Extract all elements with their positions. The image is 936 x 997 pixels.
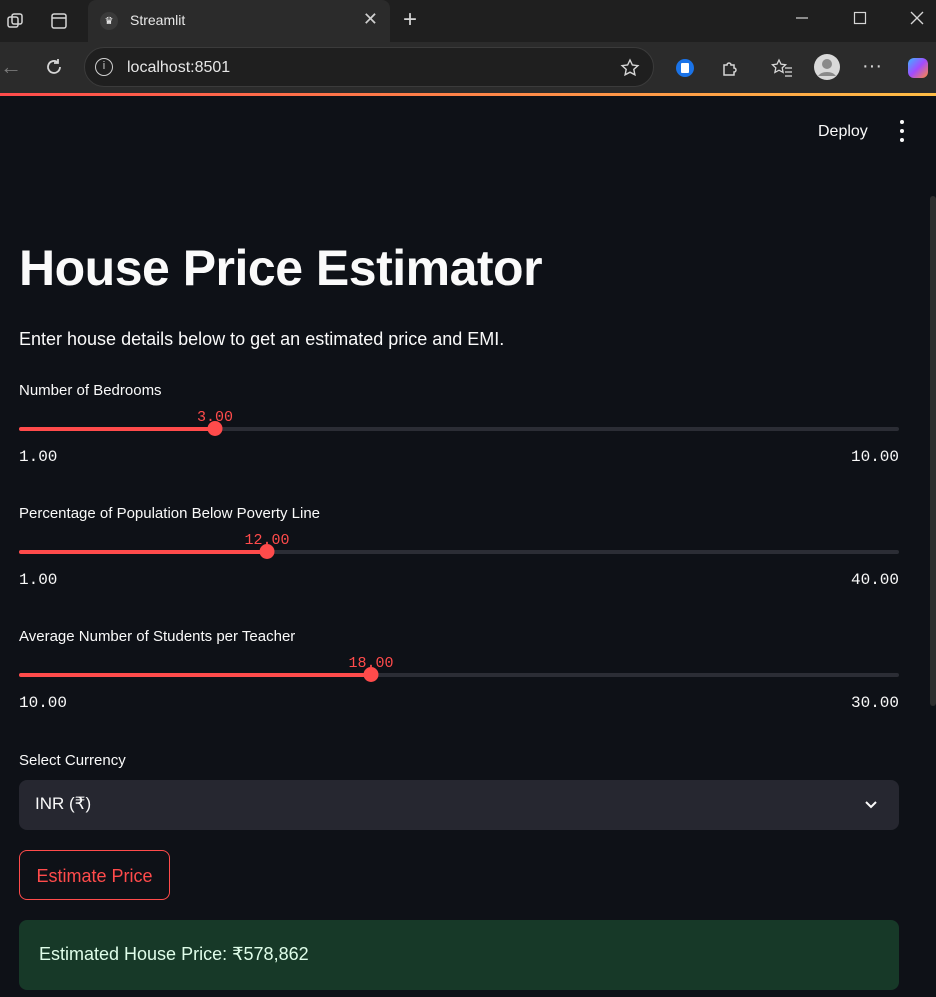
tab-title: Streamlit xyxy=(130,12,186,28)
favorites-icon[interactable] xyxy=(770,56,794,80)
slider-max: 40.00 xyxy=(850,571,899,589)
browser-tab-strip: ♛ Streamlit ✕ + xyxy=(0,0,936,42)
reload-icon[interactable] xyxy=(42,55,66,79)
new-tab-icon[interactable]: + xyxy=(398,6,422,33)
currency-selected-value: INR (₹) xyxy=(35,794,92,813)
maximize-icon[interactable] xyxy=(850,8,870,28)
tab-actions-icon[interactable] xyxy=(48,10,70,32)
profile-avatar-icon[interactable] xyxy=(813,53,841,81)
streamlit-app: Deploy House Price Estimator Enter house… xyxy=(0,96,936,997)
slider-label: Number of Bedrooms xyxy=(19,382,162,399)
address-bar[interactable]: i localhost:8501 xyxy=(84,47,654,87)
slider-label: Percentage of Population Below Poverty L… xyxy=(19,505,321,522)
main-menu-icon[interactable] xyxy=(896,120,908,142)
scrollbar[interactable] xyxy=(930,196,936,706)
close-tab-icon[interactable]: ✕ xyxy=(363,9,378,30)
back-icon[interactable]: ← xyxy=(0,54,22,79)
chevron-down-icon xyxy=(865,801,877,809)
slider-max: 10.00 xyxy=(850,448,899,466)
favorite-star-icon[interactable] xyxy=(619,57,641,79)
slider-poverty: Percentage of Population Below Poverty L… xyxy=(19,505,899,605)
slider-student-teacher: Average Number of Students per Teacher 1… xyxy=(19,628,899,728)
page-title: House Price Estimator xyxy=(19,240,543,296)
close-window-icon[interactable] xyxy=(906,7,928,29)
slider-max: 30.00 xyxy=(850,694,899,712)
currency-select[interactable]: INR (₹) xyxy=(19,780,899,830)
slider-thumb[interactable] xyxy=(259,544,275,559)
slider-min: 1.00 xyxy=(19,448,58,466)
site-info-icon[interactable]: i xyxy=(95,58,113,76)
estimate-price-label: Estimate Price xyxy=(36,866,153,886)
settings-more-icon[interactable]: ··· xyxy=(860,54,884,78)
result-text: Estimated House Price: ₹578,862 xyxy=(39,944,309,964)
workspaces-icon[interactable] xyxy=(4,10,26,32)
slider-fill xyxy=(19,550,267,554)
slider-min: 10.00 xyxy=(19,694,68,712)
tab-streamlit[interactable]: ♛ Streamlit ✕ xyxy=(88,0,390,42)
slider-fill xyxy=(19,673,371,677)
slider-thumb[interactable] xyxy=(363,667,379,682)
result-success-box: Estimated House Price: ₹578,862 xyxy=(19,920,899,990)
browser-toolbar: ← i localhost:8501 ··· xyxy=(0,42,936,94)
estimate-price-button[interactable]: Estimate Price xyxy=(19,850,170,900)
extensions-puzzle-icon[interactable] xyxy=(718,56,742,80)
slider-thumb[interactable] xyxy=(207,421,223,436)
currency-select-label: Select Currency xyxy=(19,752,126,769)
slider-min: 1.00 xyxy=(19,571,58,589)
url-text: localhost:8501 xyxy=(127,59,231,76)
page-subtitle: Enter house details below to get an esti… xyxy=(19,329,505,349)
slider-fill xyxy=(19,427,215,431)
minimize-icon[interactable] xyxy=(792,8,812,28)
deploy-button[interactable]: Deploy xyxy=(818,123,868,141)
extension-blue-icon[interactable] xyxy=(674,57,696,79)
streamlit-favicon-icon: ♛ xyxy=(100,12,118,30)
slider-bedrooms: Number of Bedrooms 3.00 1.00 10.00 xyxy=(19,382,899,482)
copilot-icon[interactable] xyxy=(904,54,932,82)
slider-label: Average Number of Students per Teacher xyxy=(19,628,296,645)
